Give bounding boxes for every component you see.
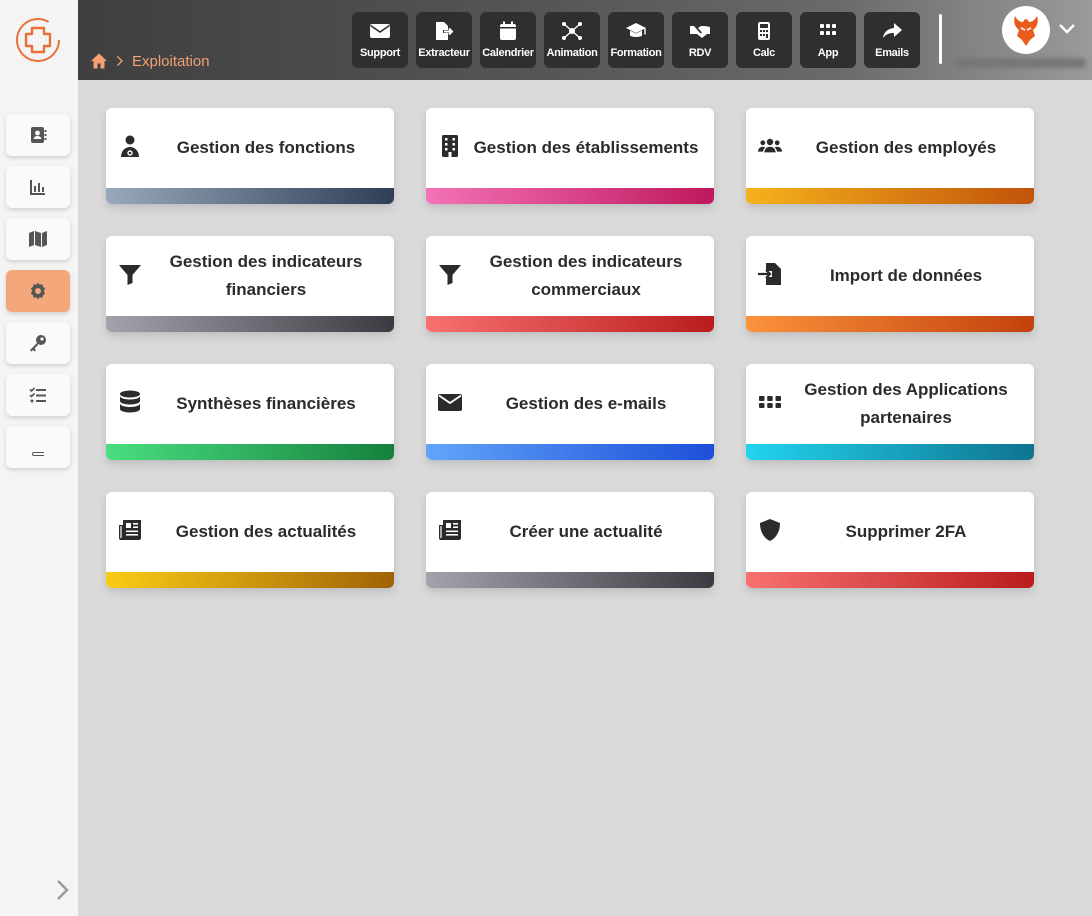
toolbar-emails-button[interactable]: Emails	[864, 12, 920, 68]
checklist-icon	[29, 387, 46, 403]
card-accent-bar	[426, 316, 714, 332]
envelope-icon	[438, 390, 462, 414]
card-accent-bar	[426, 444, 714, 460]
top-header: Exploitation Support Extracteur Calendri…	[78, 0, 1092, 80]
chevron-down-icon[interactable]	[1058, 22, 1076, 36]
card-accent-bar	[746, 572, 1034, 588]
breadcrumb-current[interactable]: Exploitation	[132, 53, 210, 70]
building-icon	[438, 134, 462, 158]
toolbar-formation-button[interactable]: Formation	[608, 12, 664, 68]
sidebar-item-contacts[interactable]	[6, 114, 70, 156]
card-gestion-fonctions[interactable]: Gestion des fonctions	[106, 108, 394, 204]
card-title: Import de données	[829, 266, 983, 285]
filter-icon	[118, 262, 142, 286]
card-accent-bar	[426, 572, 714, 588]
grid-icon	[820, 24, 836, 35]
card-accent-bar	[106, 444, 394, 460]
database-icon	[118, 390, 142, 414]
card-title: Synthèses financières	[176, 394, 356, 413]
user-name-blurred	[954, 58, 1086, 68]
card-title: Gestion des employés	[815, 138, 997, 157]
card-title: Gestion des indicateurs financiers	[169, 252, 363, 299]
card-accent-bar	[106, 188, 394, 204]
sidebar-item-documentation[interactable]	[6, 426, 70, 468]
card-title: Gestion des Applications partenaires	[804, 380, 1008, 427]
card-title: Gestion des indicateurs commerciaux	[489, 252, 683, 299]
sidebar	[0, 0, 78, 916]
sidebar-item-settings[interactable]	[6, 270, 70, 312]
toolbar-animation-button[interactable]: Animation	[544, 12, 600, 68]
breadcrumb: Exploitation	[90, 52, 210, 70]
map-icon	[29, 231, 47, 247]
card-indicateurs-commerciaux[interactable]: Gestion des indicateurs commerciaux	[426, 236, 714, 332]
card-gestion-employes[interactable]: Gestion des employés	[746, 108, 1034, 204]
chevron-right-icon	[116, 55, 123, 67]
chart-icon	[30, 180, 45, 195]
file-import-icon	[758, 262, 782, 286]
card-accent-bar	[746, 316, 1034, 332]
card-title: Gestion des e-mails	[505, 394, 667, 413]
key-icon	[30, 335, 46, 352]
card-accent-bar	[746, 188, 1034, 204]
share-icon	[883, 23, 902, 38]
card-accent-bar	[746, 444, 1034, 460]
toolbar-support-button[interactable]: Support	[352, 12, 408, 68]
network-icon	[562, 22, 582, 40]
toolbar-calc-button[interactable]: Calc	[736, 12, 792, 68]
card-indicateurs-financiers[interactable]: Gestion des indicateurs financiers	[106, 236, 394, 332]
file-export-icon	[436, 22, 454, 40]
logo-icon[interactable]	[14, 16, 62, 64]
shield-icon	[758, 518, 782, 542]
gear-icon	[30, 282, 46, 300]
newspaper-icon	[438, 518, 462, 542]
home-icon[interactable]	[90, 52, 108, 70]
book-icon	[32, 439, 44, 456]
card-syntheses-financieres[interactable]: Synthèses financières	[106, 364, 394, 460]
card-gestion-emails[interactable]: Gestion des e-mails	[426, 364, 714, 460]
card-accent-bar	[106, 316, 394, 332]
graduation-cap-icon	[626, 23, 646, 37]
card-title: Créer une actualité	[509, 522, 663, 541]
card-title: Gestion des fonctions	[176, 138, 356, 157]
sidebar-item-keys[interactable]	[6, 322, 70, 364]
address-book-icon	[31, 127, 47, 143]
handshake-icon	[690, 26, 710, 38]
envelope-icon	[370, 24, 390, 38]
card-accent-bar	[426, 188, 714, 204]
grid-icon	[758, 390, 782, 414]
calculator-icon	[758, 22, 770, 40]
newspaper-icon	[118, 518, 142, 542]
user-doctor-icon	[118, 134, 142, 158]
card-supprimer-2fa[interactable]: Supprimer 2FA	[746, 492, 1034, 588]
card-title: Gestion des actualités	[175, 522, 357, 541]
card-gestion-actualites[interactable]: Gestion des actualités	[106, 492, 394, 588]
toolbar-extracteur-button[interactable]: Extracteur	[416, 12, 472, 68]
avatar[interactable]	[1002, 6, 1050, 54]
toolbar-calendrier-button[interactable]: Calendrier	[480, 12, 536, 68]
toolbar-app-button[interactable]: App	[800, 12, 856, 68]
sidebar-item-statistics[interactable]	[6, 166, 70, 208]
card-import-donnees[interactable]: Import de données	[746, 236, 1034, 332]
calendar-icon	[500, 21, 516, 40]
toolbar: Support Extracteur Calendrier Animation …	[352, 12, 920, 68]
avatar-logo-icon	[1014, 16, 1038, 46]
card-accent-bar	[106, 572, 394, 588]
sidebar-item-tasks[interactable]	[6, 374, 70, 416]
users-icon	[758, 134, 782, 158]
card-applications-partenaires[interactable]: Gestion des Applications partenaires	[746, 364, 1034, 460]
chevron-right-icon[interactable]	[54, 878, 72, 902]
sidebar-item-map[interactable]	[6, 218, 70, 260]
header-divider	[939, 14, 942, 64]
card-title: Supprimer 2FA	[845, 522, 967, 541]
toolbar-rdv-button[interactable]: RDV	[672, 12, 728, 68]
card-gestion-etablissements[interactable]: Gestion des établissements	[426, 108, 714, 204]
card-title: Gestion des établissements	[473, 138, 699, 157]
card-creer-actualite[interactable]: Créer une actualité	[426, 492, 714, 588]
filter-icon	[438, 262, 462, 286]
